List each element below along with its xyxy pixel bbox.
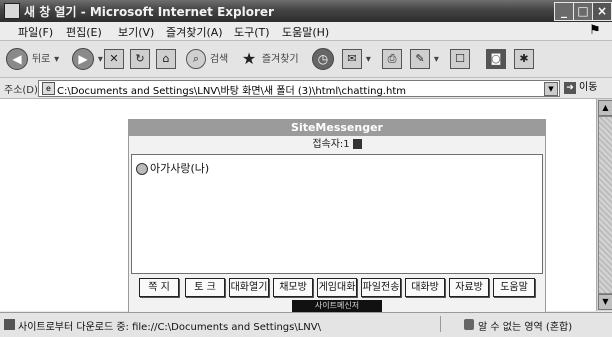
room-button[interactable]: 채모방 xyxy=(273,278,313,297)
scroll-down-arrow-icon[interactable]: ▼ xyxy=(598,294,612,310)
address-url: C:\Documents and Settings\LNV\바탕 화면\새 폴더… xyxy=(57,86,406,97)
go-arrow-icon: ➜ xyxy=(564,82,576,94)
home-button[interactable]: ⌂ xyxy=(156,47,176,69)
address-label: 주소(D) xyxy=(4,85,38,96)
page-icon: e xyxy=(42,82,55,95)
file-transfer-button[interactable]: 파일전송 xyxy=(361,278,401,297)
menu-favorites[interactable]: 즐겨찾기(A) xyxy=(166,24,223,40)
menu-tools[interactable]: 도구(T) xyxy=(234,24,270,40)
menu-file[interactable]: 파일(F) xyxy=(18,24,53,40)
mail-dropdown-icon: ▾ xyxy=(365,54,371,65)
list-item[interactable]: 아가사랑(나) xyxy=(136,160,209,176)
star-icon: ★ xyxy=(241,48,257,68)
page-content: SiteMessenger 접속자:1 아가사랑(나) 쪽 지 토 크 대화열기… xyxy=(0,99,596,313)
zone-icon xyxy=(464,319,474,330)
user-status-icon xyxy=(136,163,148,175)
window-title: 새 창 열기 - Microsoft Internet Explorer xyxy=(24,5,274,19)
close-button[interactable]: × xyxy=(592,2,612,21)
browser-window: 새 창 열기 - Microsoft Internet Explorer _ □… xyxy=(0,0,612,337)
favorites-button[interactable]: ★ 즐겨찾기 xyxy=(240,47,299,69)
back-arrow-icon: ◀ xyxy=(6,47,28,70)
user-list-icon[interactable] xyxy=(352,139,362,149)
edit-icon: ✎ xyxy=(410,48,430,69)
edit-button[interactable]: ✎ ▾ xyxy=(410,47,439,69)
loading-page-icon xyxy=(4,319,15,330)
security-zone: 알 수 없는 영역 (혼합) xyxy=(478,322,573,333)
search-button[interactable]: ⌕ 검색 xyxy=(186,47,228,69)
refresh-icon: ↻ xyxy=(130,48,150,69)
back-dropdown-icon: ▾ xyxy=(54,54,60,65)
forward-arrow-icon: ▶ xyxy=(72,47,94,70)
discuss-icon: ☐ xyxy=(450,48,470,69)
address-dropdown-icon[interactable]: ▼ xyxy=(544,82,558,96)
status-divider xyxy=(440,316,441,332)
mail-button[interactable]: ✉ ▾ xyxy=(342,47,371,69)
messenger-button-row: 쪽 지 토 크 대화열기 채모방 게임대화 파일전송 대화방 자료방 도움말 xyxy=(129,274,545,300)
chat-room-button[interactable]: 대화방 xyxy=(405,278,445,297)
messenger-banner[interactable]: 사이트메신저 xyxy=(292,300,382,312)
scroll-up-arrow-icon[interactable]: ▲ xyxy=(598,100,612,116)
menu-view[interactable]: 보기(V) xyxy=(118,24,154,40)
go-button[interactable]: ➜ 이동 xyxy=(564,80,608,95)
stop-button[interactable]: ✕ xyxy=(104,47,124,69)
search-label: 검색 xyxy=(209,54,229,65)
resources-button[interactable]: 자료방 xyxy=(449,278,489,297)
note-button[interactable]: 쪽 지 xyxy=(139,278,179,297)
ie-app-icon xyxy=(4,3,20,19)
favorites-label: 즐겨찾기 xyxy=(261,54,299,65)
site-messenger-panel: SiteMessenger 접속자:1 아가사랑(나) 쪽 지 토 크 대화열기… xyxy=(128,119,546,313)
title-bar: 새 창 열기 - Microsoft Internet Explorer _ □… xyxy=(0,0,612,22)
menu-help[interactable]: 도움말(H) xyxy=(282,24,329,40)
print-icon: ⎙ xyxy=(382,48,402,69)
messenger-icon: ◙ xyxy=(486,48,506,69)
status-bar: 사이트로부터 다운로드 중: file://C:\Documents and S… xyxy=(0,312,612,337)
forward-dropdown-icon: ▾ xyxy=(97,54,103,65)
refresh-button[interactable]: ↻ xyxy=(130,47,150,69)
connected-users-count: 접속자:1 xyxy=(129,137,545,153)
research-icon: ✱ xyxy=(514,48,534,69)
home-icon: ⌂ xyxy=(156,48,176,69)
connected-users-text: 접속자:1 xyxy=(312,139,350,150)
search-icon: ⌕ xyxy=(186,48,206,69)
edit-dropdown-icon: ▾ xyxy=(433,54,439,65)
game-chat-button[interactable]: 게임대화 xyxy=(317,278,357,297)
user-name: 아가사랑(나) xyxy=(150,162,210,175)
help-button[interactable]: 도움말 xyxy=(493,278,535,297)
minimize-button[interactable]: _ xyxy=(554,2,574,21)
open-chat-button[interactable]: 대화열기 xyxy=(229,278,269,297)
address-input[interactable]: e C:\Documents and Settings\LNV\바탕 화면\새 … xyxy=(38,80,560,97)
history-icon: ◷ xyxy=(312,47,334,70)
go-label: 이동 xyxy=(579,82,598,93)
address-bar: 주소(D) e C:\Documents and Settings\LNV\바탕… xyxy=(0,78,612,99)
menu-edit[interactable]: 편집(E) xyxy=(66,24,102,40)
chat-user-list[interactable]: 아가사랑(나) xyxy=(131,154,543,274)
back-button[interactable]: ◀ 뒤로 ▾ xyxy=(6,47,60,70)
mail-icon: ✉ xyxy=(342,48,362,69)
forward-button[interactable]: ▶ ▾ xyxy=(72,47,103,70)
talk-button[interactable]: 토 크 xyxy=(185,278,225,297)
scroll-thumb[interactable] xyxy=(598,116,612,294)
messenger-toolbar-button[interactable]: ◙ xyxy=(486,47,506,69)
discuss-button[interactable]: ☐ xyxy=(450,47,470,69)
status-text: 사이트로부터 다운로드 중: file://C:\Documents and S… xyxy=(18,322,321,333)
stop-icon: ✕ xyxy=(104,48,124,69)
print-button[interactable]: ⎙ xyxy=(382,47,402,69)
research-button[interactable]: ✱ xyxy=(514,47,534,69)
maximize-button[interactable]: □ xyxy=(573,2,593,21)
toolbar: ◀ 뒤로 ▾ ▶ ▾ ✕ ↻ ⌂ ⌕ 검색 ★ 즐겨찾기 ◷ ✉ ▾ ⎙ ✎ ▾… xyxy=(0,41,612,78)
history-button[interactable]: ◷ xyxy=(312,47,334,70)
vertical-scrollbar[interactable]: ▲ ▼ xyxy=(596,99,612,311)
menu-bar: 파일(F) 편집(E) 보기(V) 즐겨찾기(A) 도구(T) 도움말(H) ⚑ xyxy=(0,22,612,41)
back-label: 뒤로 xyxy=(31,54,51,65)
messenger-title: SiteMessenger xyxy=(129,120,545,136)
windows-logo-icon: ⚑ xyxy=(589,23,601,38)
